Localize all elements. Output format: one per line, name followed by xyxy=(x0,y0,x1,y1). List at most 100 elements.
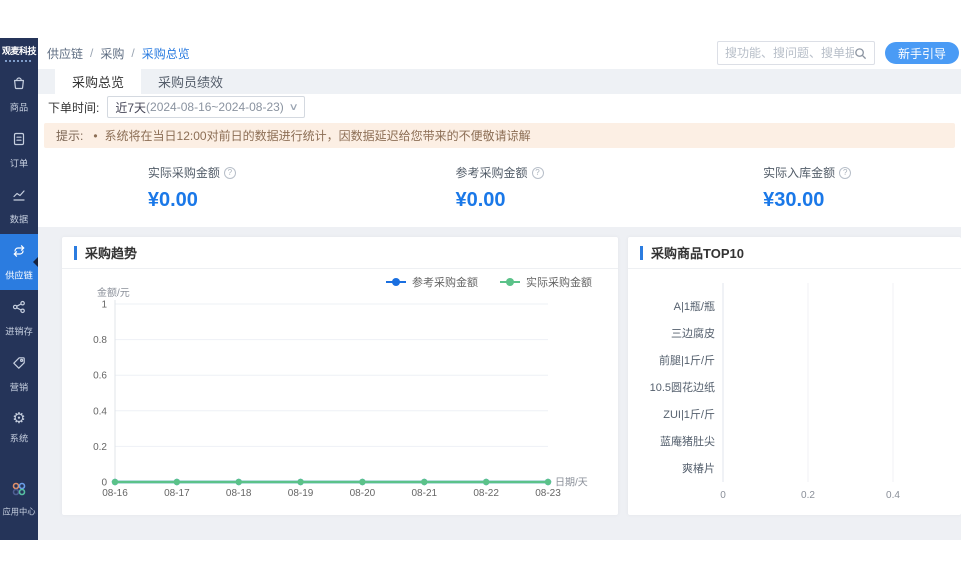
notice-prefix: 提示: xyxy=(56,127,83,144)
sidebar-item-label: 订单 xyxy=(10,156,28,170)
sidebar-item-label: 营销 xyxy=(10,380,28,394)
app-logo: 观麦科技 xyxy=(0,38,38,59)
newbie-guide-button[interactable]: 新手引导 xyxy=(885,42,959,64)
breadcrumb-purchase[interactable]: 采购 xyxy=(100,45,124,62)
chart-legend: 参考采购金额 实际采购金额 xyxy=(62,269,618,286)
date-range-dates: (2024-08-16~2024-08-23) xyxy=(146,100,284,114)
inventory-icon xyxy=(11,299,27,320)
svg-text:0: 0 xyxy=(101,478,107,489)
metric-label: 参考采购金额 xyxy=(456,164,528,181)
global-search[interactable] xyxy=(717,41,875,65)
sidebar-item-inventory[interactable]: 进销存 xyxy=(0,290,38,346)
svg-text:0: 0 xyxy=(720,490,726,501)
svg-text:0.2: 0.2 xyxy=(93,442,107,453)
purchase-trend-panel: 采购趋势 参考采购金额 实际采购金额 金额/元 0 0.2 0.4 0.6 0.8 1 08-… xyxy=(62,237,618,515)
svg-text:0.2: 0.2 xyxy=(801,490,815,501)
gear-icon: ⚙ xyxy=(12,411,25,427)
order-time-label: 下单时间: xyxy=(48,99,99,116)
breadcrumb: 供应链 / 采购 / 采购总览 xyxy=(47,45,190,62)
panel-header: 采购商品TOP10 xyxy=(628,237,961,269)
title-accent-bar xyxy=(74,246,77,260)
svg-text:0.6: 0.6 xyxy=(93,371,107,382)
svg-text:0.8: 0.8 xyxy=(93,335,107,346)
svg-text:前腿|1斤/斤: 前腿|1斤/斤 xyxy=(659,353,715,367)
sidebar-item-goods[interactable]: 商品 xyxy=(0,66,38,122)
metric-value: ¥30.00 xyxy=(763,189,851,212)
order-icon xyxy=(11,131,27,152)
svg-text:蓝庵猪肚尖: 蓝庵猪肚尖 xyxy=(660,434,715,448)
topbar: 供应链 / 采购 / 采购总览 新手引导 xyxy=(38,38,961,69)
title-accent-bar xyxy=(640,246,643,260)
panel-title: 采购趋势 xyxy=(85,243,137,262)
chevron-down-icon: ∨ xyxy=(288,102,298,113)
sidebar-item-label: 商品 xyxy=(10,100,28,114)
bag-icon xyxy=(11,75,27,96)
tab-purchase-overview[interactable]: 采购总览 xyxy=(55,69,141,94)
help-icon[interactable]: ? xyxy=(839,167,851,179)
help-icon[interactable]: ? xyxy=(532,167,544,179)
date-range-value: 近7天 xyxy=(115,99,146,116)
search-icon xyxy=(854,47,867,60)
sidebar-item-orders[interactable]: 订单 xyxy=(0,122,38,178)
sidebar-item-label: 系统 xyxy=(10,431,28,445)
svg-text:08-18: 08-18 xyxy=(226,488,252,499)
metric-reference-purchase: 参考采购金额? ¥0.00 xyxy=(346,164,654,212)
sidebar-item-supply-chain[interactable]: 供应链 xyxy=(0,234,38,290)
data-icon xyxy=(11,187,27,208)
svg-text:08-20: 08-20 xyxy=(350,488,376,499)
svg-text:08-17: 08-17 xyxy=(164,488,190,499)
filter-row: 下单时间: 近7天 (2024-08-16~2024-08-23) ∨ xyxy=(38,94,961,121)
sidebar-item-data[interactable]: 数据 xyxy=(0,178,38,234)
svg-text:08-21: 08-21 xyxy=(411,488,437,499)
metric-value: ¥0.00 xyxy=(456,189,544,212)
panel-header: 采购趋势 xyxy=(62,237,618,269)
sidebar-item-system[interactable]: ⚙ 系统 xyxy=(0,402,38,453)
metric-value: ¥0.00 xyxy=(148,189,236,212)
notice-bullet: • xyxy=(93,129,97,143)
trend-chart-svg: 金额/元 0 0.2 0.4 0.6 0.8 1 08-16 08-17 08-18 08-19 08… xyxy=(62,286,594,510)
panel-title: 采购商品TOP10 xyxy=(651,243,744,262)
tabstrip: 采购总览 采购员绩效 xyxy=(38,69,961,94)
breadcrumb-separator: / xyxy=(131,46,134,60)
sidebar-item-marketing[interactable]: 营销 xyxy=(0,346,38,402)
app-center-icon xyxy=(11,481,27,502)
svg-text:三边腐皮: 三边腐皮 xyxy=(671,326,715,340)
breadcrumb-purchase-overview[interactable]: 采购总览 xyxy=(142,45,190,62)
sidebar-item-label: 进销存 xyxy=(5,324,33,338)
help-icon[interactable]: ? xyxy=(224,167,236,179)
svg-text:金额/元: 金额/元 xyxy=(97,286,130,299)
svg-text:08-16: 08-16 xyxy=(102,488,128,499)
sidebar-item-label: 应用中心 xyxy=(2,506,35,518)
svg-text:08-23: 08-23 xyxy=(535,488,561,499)
breadcrumb-supply-chain[interactable]: 供应链 xyxy=(47,45,83,62)
top10-chart-svg: 00.20.4A|1瓶/瓶三边腐皮前腿|1斤/斤10.5圆花边纸ZUI|1斤/斤… xyxy=(628,269,961,507)
svg-text:1: 1 xyxy=(101,300,107,311)
app-window: 观麦科技 商品 订单 数据 供应链 xyxy=(0,38,961,540)
main-content: 供应链 / 采购 / 采购总览 新手引导 采购总览 采购员绩效 xyxy=(38,38,961,540)
svg-text:0.4: 0.4 xyxy=(886,490,900,501)
notice-text: 系统将在当日12:00对前日的数据进行统计，因数据延迟给您带来的不便敬请谅解 xyxy=(105,127,531,144)
svg-text:日期/天: 日期/天 xyxy=(555,477,588,489)
supply-chain-icon xyxy=(11,243,27,264)
svg-text:08-22: 08-22 xyxy=(473,488,499,499)
logo-subtext xyxy=(5,60,33,62)
tab-buyer-performance[interactable]: 采购员绩效 xyxy=(141,69,240,94)
top10-products-panel: 采购商品TOP10 00.20.4A|1瓶/瓶三边腐皮前腿|1斤/斤10.5圆花… xyxy=(628,237,961,515)
sidebar-item-app-center[interactable]: 应用中心 xyxy=(0,472,38,526)
metric-label: 实际采购金额 xyxy=(148,164,220,181)
tag-icon xyxy=(11,355,27,376)
date-range-select[interactable]: 近7天 (2024-08-16~2024-08-23) ∨ xyxy=(107,96,305,118)
metric-actual-inbound: 实际入库金额? ¥30.00 xyxy=(653,164,961,212)
page: 观麦科技 商品 订单 数据 供应链 xyxy=(0,0,961,562)
svg-text:爽椿片: 爽椿片 xyxy=(682,462,715,475)
charts-row: 采购趋势 参考采购金额 实际采购金额 金额/元 0 0.2 0.4 0.6 0.8 1 08-… xyxy=(38,227,961,540)
metric-actual-purchase: 实际采购金额? ¥0.00 xyxy=(38,164,346,212)
legend-marker-icon xyxy=(386,278,406,286)
svg-text:10.5圆花边纸: 10.5圆花边纸 xyxy=(650,381,715,394)
legend-marker-icon xyxy=(500,278,520,286)
search-input[interactable] xyxy=(725,46,854,60)
metrics-row: 实际采购金额? ¥0.00 参考采购金额? ¥0.00 实际入库金额? ¥30.… xyxy=(38,151,961,227)
svg-text:0.4: 0.4 xyxy=(93,406,107,417)
sidebar: 观麦科技 商品 订单 数据 供应链 xyxy=(0,38,38,540)
svg-text:08-19: 08-19 xyxy=(288,488,314,499)
